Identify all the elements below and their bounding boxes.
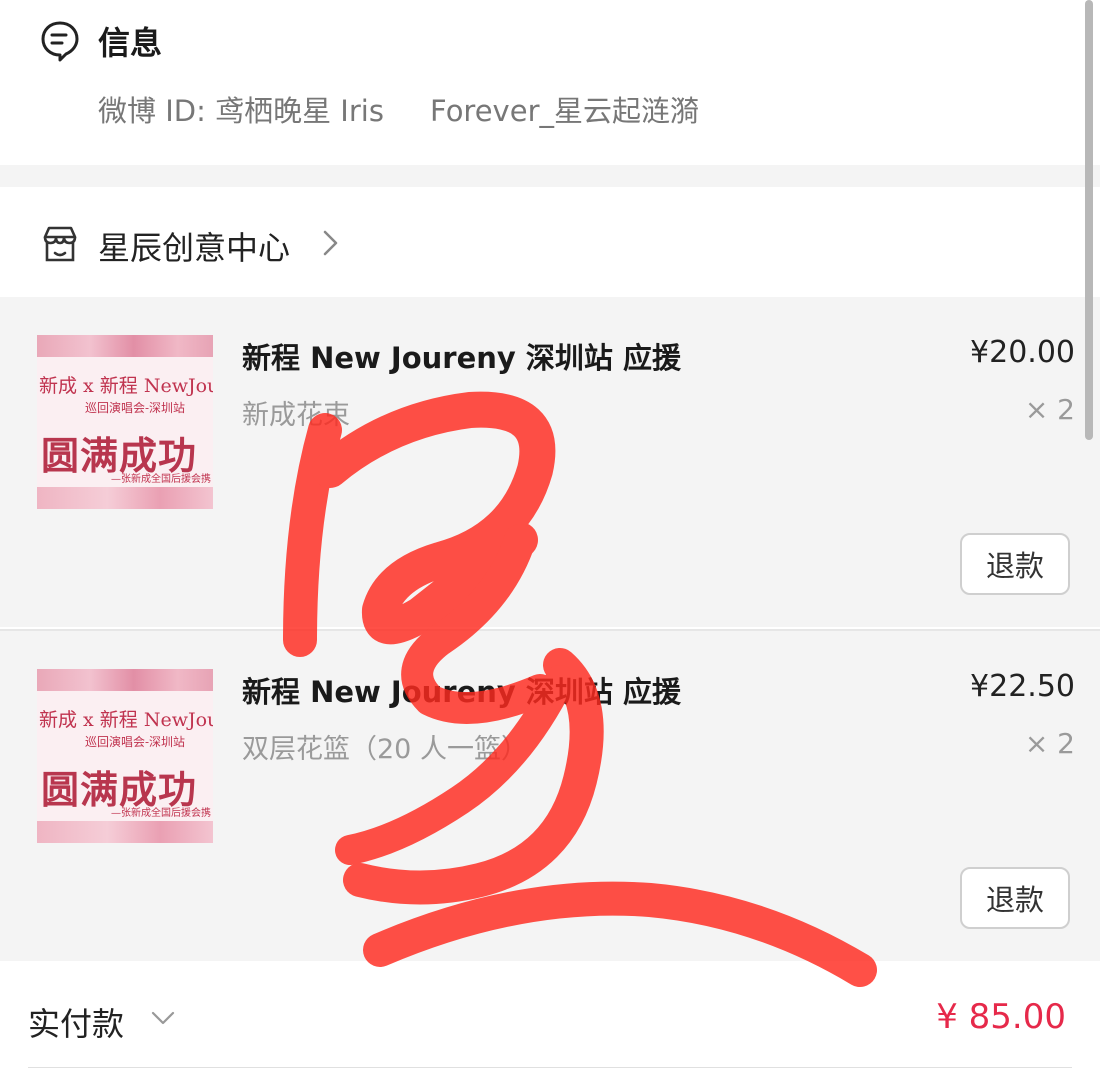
- info-text: 微博 ID: 鸢栖晚星 Iris Forever_星云起涟漪: [98, 94, 699, 128]
- product-thumbnail[interactable]: 新成 x 新程 NewJourne 巡回演唱会-深圳站 圆满成功 —张新成全国后…: [37, 669, 213, 843]
- info-header: 信息: [40, 18, 162, 64]
- total-row[interactable]: 实付款 ¥ 85.00: [0, 965, 1100, 1080]
- refund-button[interactable]: 退款: [960, 867, 1070, 929]
- thumb-banner-top: [37, 335, 213, 357]
- info-section: 信息 微博 ID: 鸢栖晚星 Iris Forever_星云起涟漪: [0, 0, 1100, 165]
- thumb-text-line: —张新成全国后援会携: [111, 808, 211, 819]
- item-title[interactable]: 新程 New Joureny 深圳站 应援: [242, 335, 681, 377]
- item-spec: 双层花篮（20 人一篮）: [242, 734, 528, 765]
- item-quantity: × 2: [1024, 727, 1075, 760]
- order-item[interactable]: 新成 x 新程 NewJourne 巡回演唱会-深圳站 圆满成功 —张新成全国后…: [0, 631, 1100, 961]
- item-quantity: × 2: [1024, 393, 1075, 426]
- info-title: 信息: [98, 24, 163, 62]
- thumb-banner-bottom: [37, 821, 213, 843]
- item-title[interactable]: 新程 New Joureny 深圳站 应援: [242, 669, 681, 711]
- product-thumbnail[interactable]: 新成 x 新程 NewJourne 巡回演唱会-深圳站 圆满成功 —张新成全国后…: [37, 335, 213, 509]
- thumb-text-line: 新成 x 新程 NewJourne: [39, 709, 213, 731]
- store-icon: [43, 226, 77, 262]
- refund-button[interactable]: 退款: [960, 533, 1070, 595]
- chevron-down-icon[interactable]: [150, 1009, 176, 1027]
- divider-line: [28, 1067, 1072, 1068]
- thumb-banner-top: [37, 669, 213, 691]
- item-price: ¥22.50: [970, 669, 1075, 704]
- thumb-text-line: 新成 x 新程 NewJourne: [39, 375, 213, 397]
- section-divider: [0, 165, 1100, 187]
- thumb-text-line: —张新成全国后援会携: [111, 474, 211, 485]
- order-item[interactable]: 新成 x 新程 NewJourne 巡回演唱会-深圳站 圆满成功 —张新成全国后…: [0, 297, 1100, 627]
- thumb-text-line: 巡回演唱会-深圳站: [85, 735, 186, 749]
- total-label[interactable]: 实付款: [28, 999, 124, 1045]
- shop-row[interactable]: 星辰创意中心: [0, 187, 1100, 297]
- thumb-text-line: 巡回演唱会-深圳站: [85, 401, 186, 415]
- message-icon: [41, 21, 79, 62]
- item-price: ¥20.00: [970, 335, 1075, 370]
- chevron-right-icon: [323, 230, 338, 256]
- total-amount: ¥ 85.00: [936, 997, 1066, 1037]
- thumb-banner-bottom: [37, 487, 213, 509]
- scrollbar[interactable]: [1085, 0, 1093, 440]
- item-spec: 新成花束: [242, 400, 350, 431]
- shop-name[interactable]: 星辰创意中心: [98, 223, 290, 269]
